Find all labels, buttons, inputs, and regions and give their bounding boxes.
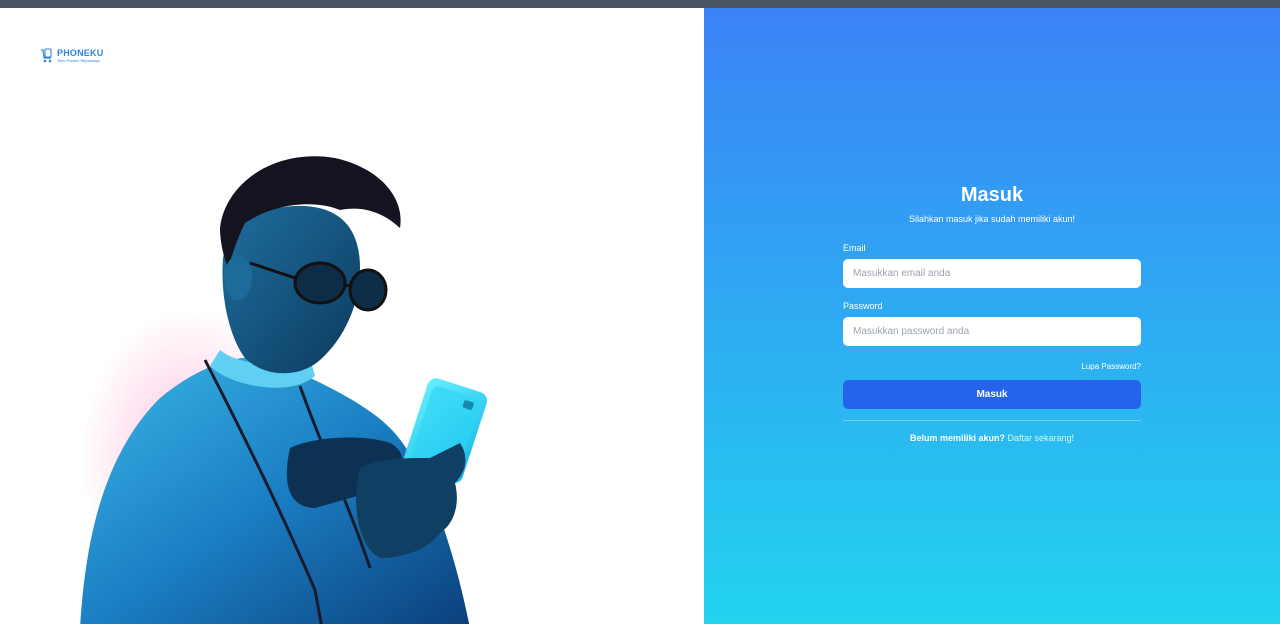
email-label: Email (843, 243, 866, 253)
register-prompt: Belum memiliki akun? (909, 433, 1005, 443)
login-panel: Masuk Silahkan masuk jika sudah memiliki… (704, 8, 1280, 624)
forgot-password-link[interactable]: Lupa Password? (1081, 362, 1141, 371)
password-label: Password (843, 301, 883, 311)
forgot-password-row: Lupa Password? (843, 360, 1141, 372)
shopping-cart-phone-icon (40, 48, 54, 64)
left-panel: PHONEKU Toko Ponsel Terpercaya (0, 8, 704, 624)
register-row: Belum memiliki akun? Daftar sekarang! (843, 432, 1141, 444)
divider (843, 420, 1141, 421)
login-form: Masuk Silahkan masuk jika sudah memiliki… (843, 182, 1141, 444)
brand-logo[interactable]: PHONEKU Toko Ponsel Terpercaya (40, 48, 103, 64)
browser-top-bar (0, 0, 1280, 8)
register-link[interactable]: Daftar sekarang! (1008, 433, 1075, 443)
login-button[interactable]: Masuk (843, 380, 1141, 409)
login-title: Masuk (960, 184, 1024, 206)
email-input[interactable] (843, 259, 1141, 288)
password-input[interactable] (843, 317, 1141, 346)
brand-text: PHONEKU Toko Ponsel Terpercaya (57, 48, 104, 64)
login-subtitle: Silahkan masuk jika sudah memiliki akun! (908, 214, 1076, 224)
person-using-phone-illustration (80, 156, 487, 624)
brand-tagline: Toko Ponsel Terpercaya (57, 58, 100, 63)
brand-name: PHONEKU (57, 48, 104, 58)
